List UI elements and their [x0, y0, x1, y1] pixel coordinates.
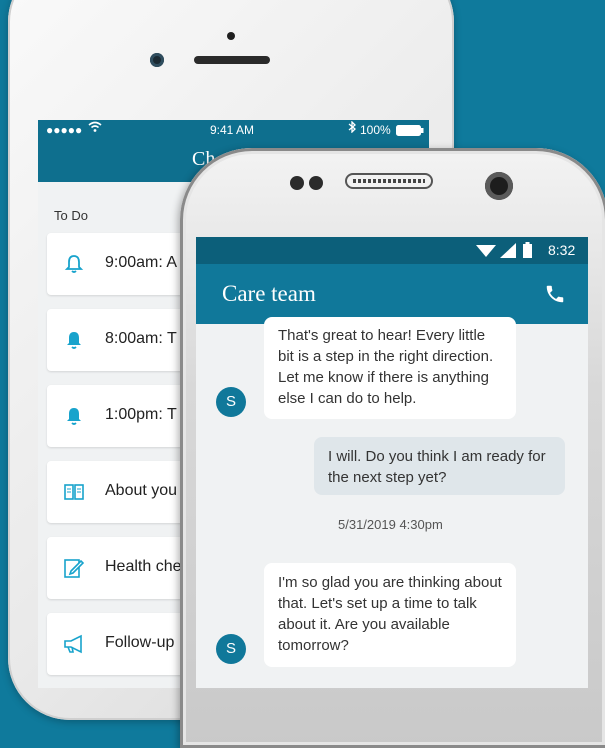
battery-percent: 100% [360, 123, 391, 137]
bell-icon [63, 329, 85, 351]
message-timestamp: 5/31/2019 4:30pm [338, 517, 443, 532]
android-status-bar: 8:32 [196, 237, 588, 264]
bell-outline-icon [63, 253, 85, 275]
cell-signal-icon [500, 243, 516, 261]
bluetooth-icon [348, 120, 356, 136]
android-screen: 8:32 Care team That's great to hear! Eve… [196, 237, 588, 688]
incoming-message: That's great to hear! Every little bit i… [264, 317, 516, 419]
message-text: I'm so glad you are thinking about that.… [278, 574, 502, 654]
iphone-camera [150, 53, 164, 67]
message-text: I will. Do you think I am ready for the … [328, 448, 546, 486]
iphone-speaker [194, 56, 270, 64]
task-label: 9:00am: A [105, 254, 178, 271]
section-label-todo: To Do [54, 208, 88, 223]
signal-indicator: ●●●●● [46, 123, 83, 137]
android-sensor [290, 176, 304, 190]
task-label: About you [105, 482, 178, 499]
edit-icon [63, 557, 85, 579]
wifi-icon [476, 244, 496, 261]
ios-time: 9:41 AM [210, 123, 255, 137]
avatar: S [216, 387, 246, 417]
android-camera [485, 172, 513, 200]
battery-icon [523, 242, 532, 261]
message-text: That's great to hear! Every little bit i… [278, 327, 494, 407]
bell-icon [63, 405, 85, 427]
megaphone-icon [63, 633, 85, 655]
chat-header: Care team [196, 264, 588, 324]
android-speaker [345, 173, 433, 189]
android-time: 8:32 [548, 242, 576, 258]
book-icon [63, 481, 85, 503]
task-label: Health che [105, 558, 182, 575]
chat-title: Care team [222, 281, 316, 306]
task-label: Follow-up [105, 634, 175, 651]
battery-icon [396, 125, 424, 139]
incoming-message: I'm so glad you are thinking about that.… [264, 563, 516, 667]
android-sensor [309, 176, 323, 190]
task-label: 1:00pm: T [105, 406, 177, 423]
wifi-icon [88, 121, 102, 136]
iphone-front-sensor [227, 32, 235, 40]
avatar: S [216, 634, 246, 664]
ios-status-bar: ●●●●● 9:41 AM 100% [38, 120, 429, 140]
outgoing-message: I will. Do you think I am ready for the … [314, 437, 565, 495]
task-label: 8:00am: T [105, 330, 177, 347]
phone-icon[interactable] [544, 283, 566, 310]
